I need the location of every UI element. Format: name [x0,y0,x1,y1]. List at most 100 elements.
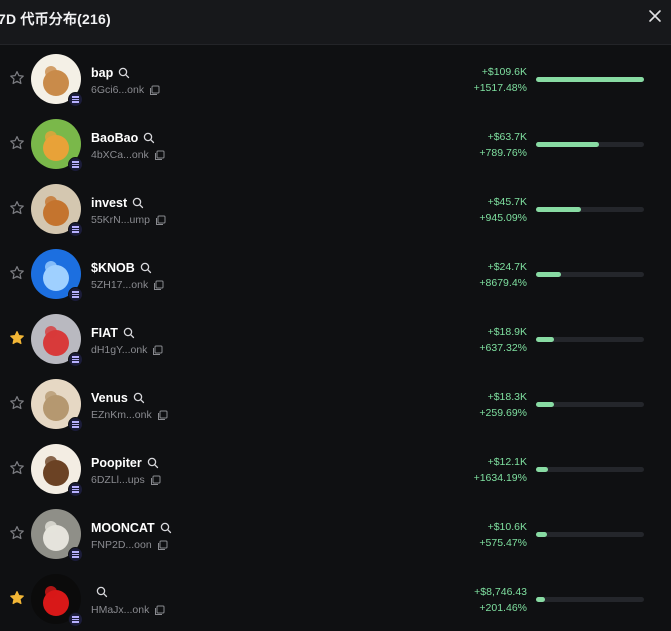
solana-chain-icon [68,92,83,107]
token-row[interactable]: BaoBao 4bXCa...onk +$63.7K +789.76% [0,111,671,176]
token-value: +$63.7K [487,131,527,143]
close-icon[interactable] [647,8,663,24]
token-value: +$12.1K [487,456,527,468]
token-row[interactable]: invest 55KrN...ump +$45.7K +945.09% [0,176,671,241]
favorite-star-icon[interactable] [9,265,25,281]
search-icon[interactable] [132,197,144,209]
token-row[interactable]: HMaJx...onk +$8,746.43 +201.46% [0,566,671,631]
share-bar-fill [536,402,555,407]
token-address: FNP2D...oon [91,539,152,551]
share-bar-fill [536,597,545,602]
token-value: +$109.6K [481,66,527,78]
solana-chain-icon [68,417,83,432]
solana-chain-icon [68,612,83,627]
token-pct: +201.46% [479,602,527,614]
share-bar [536,532,644,537]
search-icon[interactable] [133,392,145,404]
copy-icon[interactable] [153,280,164,291]
token-list: bap 6Gci6...onk +$109.6K +1517.48% BaoBa… [0,46,671,631]
search-icon[interactable] [160,522,172,534]
search-icon[interactable] [96,586,108,598]
token-address: 4bXCa...onk [91,149,149,161]
share-bar [536,272,644,277]
favorite-star-icon[interactable] [9,200,25,216]
token-name[interactable]: Venus [91,391,128,405]
share-bar-fill [536,532,547,537]
solana-chain-icon [68,547,83,562]
modal-header: 7D 代币分布(216) [0,0,671,45]
token-value: +$8,746.43 [474,586,527,598]
token-address: 5ZH17...onk [91,279,149,291]
token-row[interactable]: $KNOB 5ZH17...onk +$24.7K +8679.4% [0,241,671,306]
copy-icon[interactable] [157,540,168,551]
token-name[interactable]: bap [91,66,113,80]
token-address: HMaJx...onk [91,604,150,616]
share-bar-fill [536,272,561,277]
token-pct: +789.76% [479,147,527,159]
copy-icon[interactable] [149,85,160,96]
copy-icon[interactable] [157,410,168,421]
favorite-star-icon[interactable] [9,70,25,86]
token-name[interactable]: $KNOB [91,261,135,275]
token-row[interactable]: Poopiter 6DZLl...ups +$12.1K +1634.19% [0,436,671,501]
token-name[interactable]: MOONCAT [91,521,155,535]
copy-icon[interactable] [150,475,161,486]
token-name[interactable]: FIAT [91,326,118,340]
search-icon[interactable] [123,327,135,339]
token-name[interactable]: invest [91,196,127,210]
token-row[interactable]: MOONCAT FNP2D...oon +$10.6K +575.47% [0,501,671,566]
token-row[interactable]: FIAT dH1gY...onk +$18.9K +637.32% [0,306,671,371]
share-bar-fill [536,337,555,342]
token-name[interactable]: Poopiter [91,456,142,470]
token-value: +$24.7K [487,261,527,273]
copy-icon[interactable] [155,215,166,226]
share-bar [536,467,644,472]
solana-chain-icon [68,157,83,172]
token-value: +$18.9K [487,326,527,338]
token-pct: +1634.19% [473,472,527,484]
token-row[interactable]: bap 6Gci6...onk +$109.6K +1517.48% [0,46,671,111]
copy-icon[interactable] [154,605,165,616]
token-name[interactable]: BaoBao [91,131,138,145]
solana-chain-icon [68,287,83,302]
share-bar [536,142,644,147]
favorite-star-icon[interactable] [9,135,25,151]
share-bar-fill [536,77,644,82]
token-row[interactable]: Venus EZnKm...onk +$18.3K +259.69% [0,371,671,436]
favorite-star-icon[interactable] [9,525,25,541]
token-value: +$18.3K [487,391,527,403]
share-bar-fill [536,142,599,147]
search-icon[interactable] [147,457,159,469]
share-bar [536,402,644,407]
modal-title: 7D 代币分布(216) [0,11,111,27]
token-address: 6Gci6...onk [91,84,145,96]
token-pct: +575.47% [479,537,527,549]
token-address: 6DZLl...ups [91,474,145,486]
search-icon[interactable] [118,67,130,79]
favorite-star-icon[interactable] [9,460,25,476]
favorite-star-icon[interactable] [9,395,25,411]
share-bar [536,207,644,212]
token-pct: +1517.48% [473,82,527,94]
search-icon[interactable] [140,262,152,274]
share-bar-fill [536,207,582,212]
token-address: dH1gY...onk [91,344,148,356]
token-pct: +637.32% [479,342,527,354]
token-address: EZnKm...onk [91,409,152,421]
solana-chain-icon [68,482,83,497]
solana-chain-icon [68,222,83,237]
solana-chain-icon [68,352,83,367]
favorite-star-icon[interactable] [9,330,25,346]
token-value: +$10.6K [487,521,527,533]
copy-icon[interactable] [154,150,165,161]
share-bar-fill [536,467,548,472]
share-bar [536,337,644,342]
token-pct: +259.69% [479,407,527,419]
token-pct: +8679.4% [479,277,527,289]
copy-icon[interactable] [152,345,163,356]
search-icon[interactable] [143,132,155,144]
favorite-star-icon[interactable] [9,590,25,606]
share-bar [536,597,644,602]
share-bar [536,77,644,82]
token-address: 55KrN...ump [91,214,150,226]
